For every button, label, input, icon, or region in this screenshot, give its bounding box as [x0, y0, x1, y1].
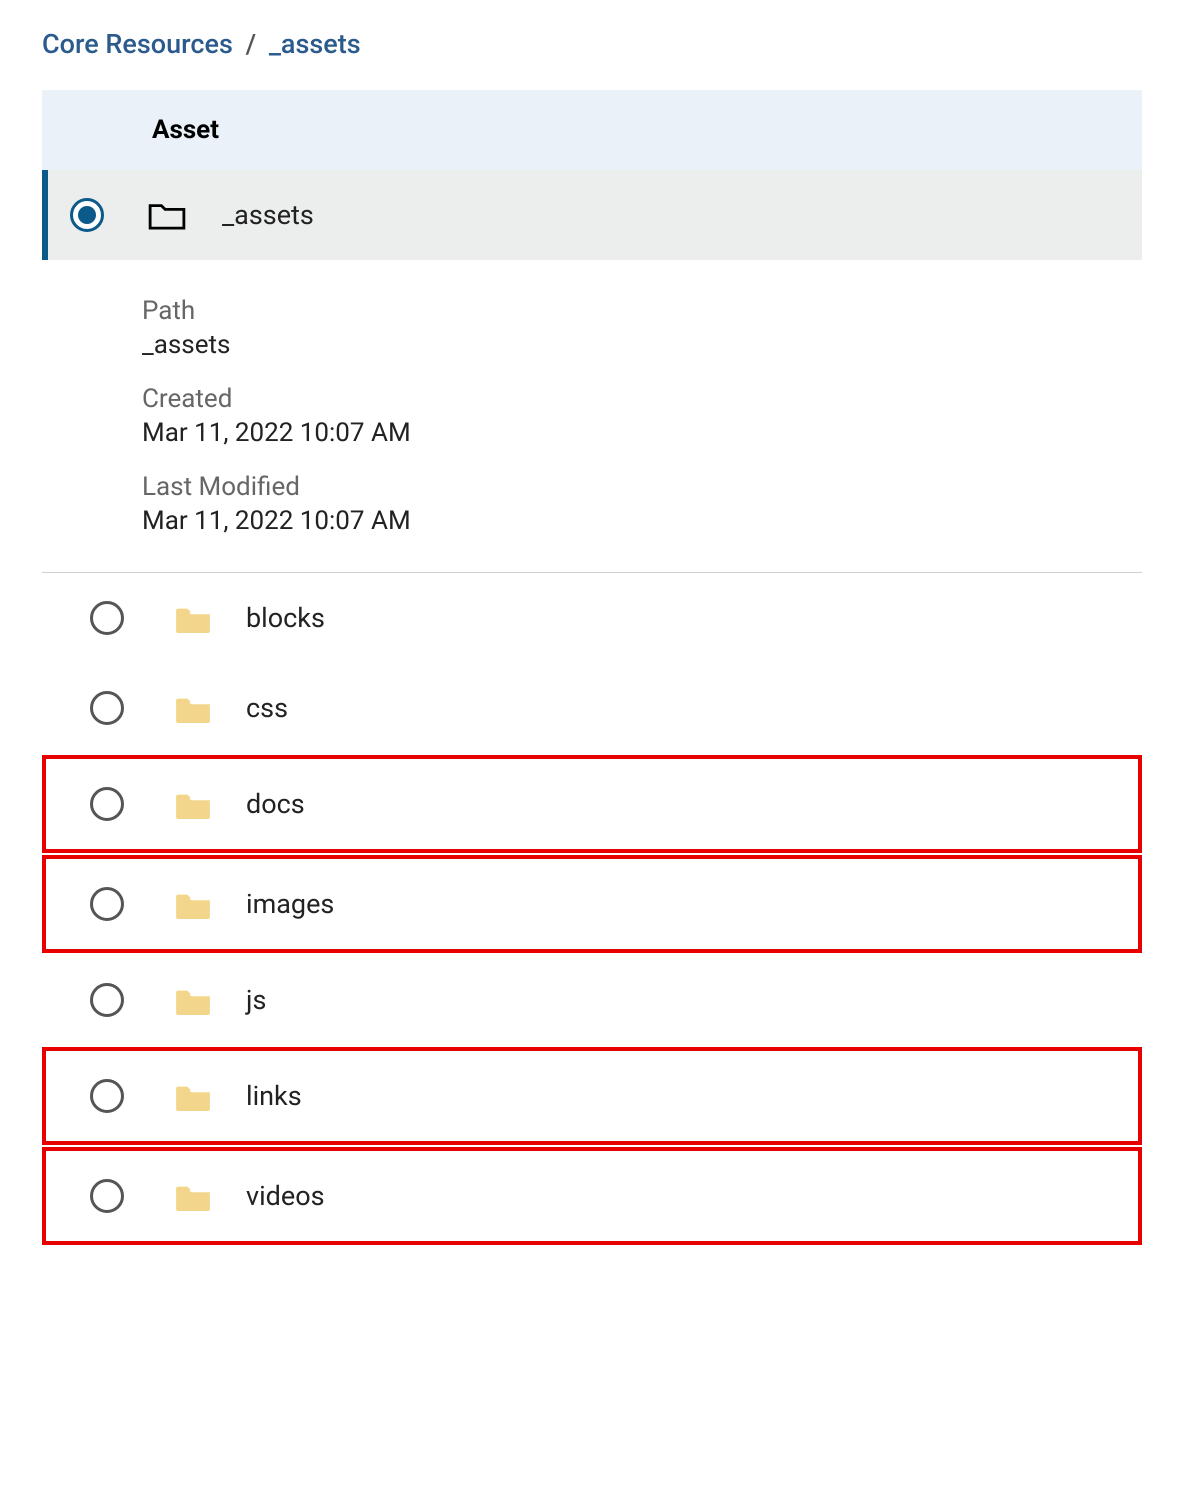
breadcrumb-separator: / — [246, 28, 257, 60]
radio-button[interactable] — [90, 691, 124, 725]
folder-icon — [174, 889, 212, 919]
radio-button[interactable] — [90, 787, 124, 821]
asset-details-panel: Path _assets Created Mar 11, 2022 10:07 … — [42, 260, 1142, 573]
created-value: Mar 11, 2022 10:07 AM — [142, 418, 1142, 448]
folder-icon — [174, 789, 212, 819]
asset-name: images — [246, 888, 334, 920]
radio-dot-icon — [78, 206, 96, 224]
highlight-annotation: links — [42, 1047, 1142, 1145]
asset-name: videos — [246, 1180, 325, 1212]
table-row[interactable]: images — [46, 859, 1138, 949]
asset-list: blocks css docs images js links videos — [42, 573, 1142, 1245]
radio-button[interactable] — [90, 601, 124, 635]
table-row[interactable]: videos — [46, 1151, 1138, 1241]
asset-name: css — [246, 692, 288, 724]
table-header[interactable]: Asset — [42, 90, 1142, 170]
table-row-selected[interactable]: _assets — [42, 170, 1142, 260]
folder-icon — [174, 693, 212, 723]
asset-name: links — [246, 1080, 302, 1112]
table-row[interactable]: css — [42, 663, 1142, 753]
folder-icon — [174, 985, 212, 1015]
highlight-annotation: docs — [42, 755, 1142, 853]
radio-button[interactable] — [90, 1179, 124, 1213]
folder-icon — [174, 603, 212, 633]
table-row[interactable]: js — [42, 955, 1142, 1045]
radio-button[interactable] — [90, 1079, 124, 1113]
modified-value: Mar 11, 2022 10:07 AM — [142, 506, 1142, 536]
folder-icon — [174, 1081, 212, 1111]
highlight-annotation: images — [42, 855, 1142, 953]
highlight-annotation: videos — [42, 1147, 1142, 1245]
created-label: Created — [142, 384, 1142, 414]
folder-icon — [174, 1181, 212, 1211]
asset-table: Asset _assets Path _assets Created Mar 1… — [42, 90, 1142, 1245]
breadcrumb-root-link[interactable]: Core Resources — [42, 28, 233, 60]
asset-name: js — [246, 984, 266, 1016]
modified-label: Last Modified — [142, 472, 1142, 502]
table-row[interactable]: docs — [46, 759, 1138, 849]
radio-button-selected[interactable] — [70, 198, 104, 232]
folder-outline-icon — [148, 200, 186, 230]
radio-button[interactable] — [90, 887, 124, 921]
table-row[interactable]: blocks — [42, 573, 1142, 663]
path-value: _assets — [142, 330, 1142, 360]
asset-name: blocks — [246, 602, 325, 634]
path-label: Path — [142, 296, 1142, 326]
asset-name: docs — [246, 788, 305, 820]
breadcrumb-current-link[interactable]: _assets — [269, 28, 361, 60]
breadcrumb: Core Resources / _assets — [0, 0, 1179, 90]
radio-button[interactable] — [90, 983, 124, 1017]
asset-name: _assets — [222, 199, 314, 231]
asset-browser: Core Resources / _assets Asset _assets P… — [0, 0, 1179, 1245]
table-row[interactable]: links — [46, 1051, 1138, 1141]
